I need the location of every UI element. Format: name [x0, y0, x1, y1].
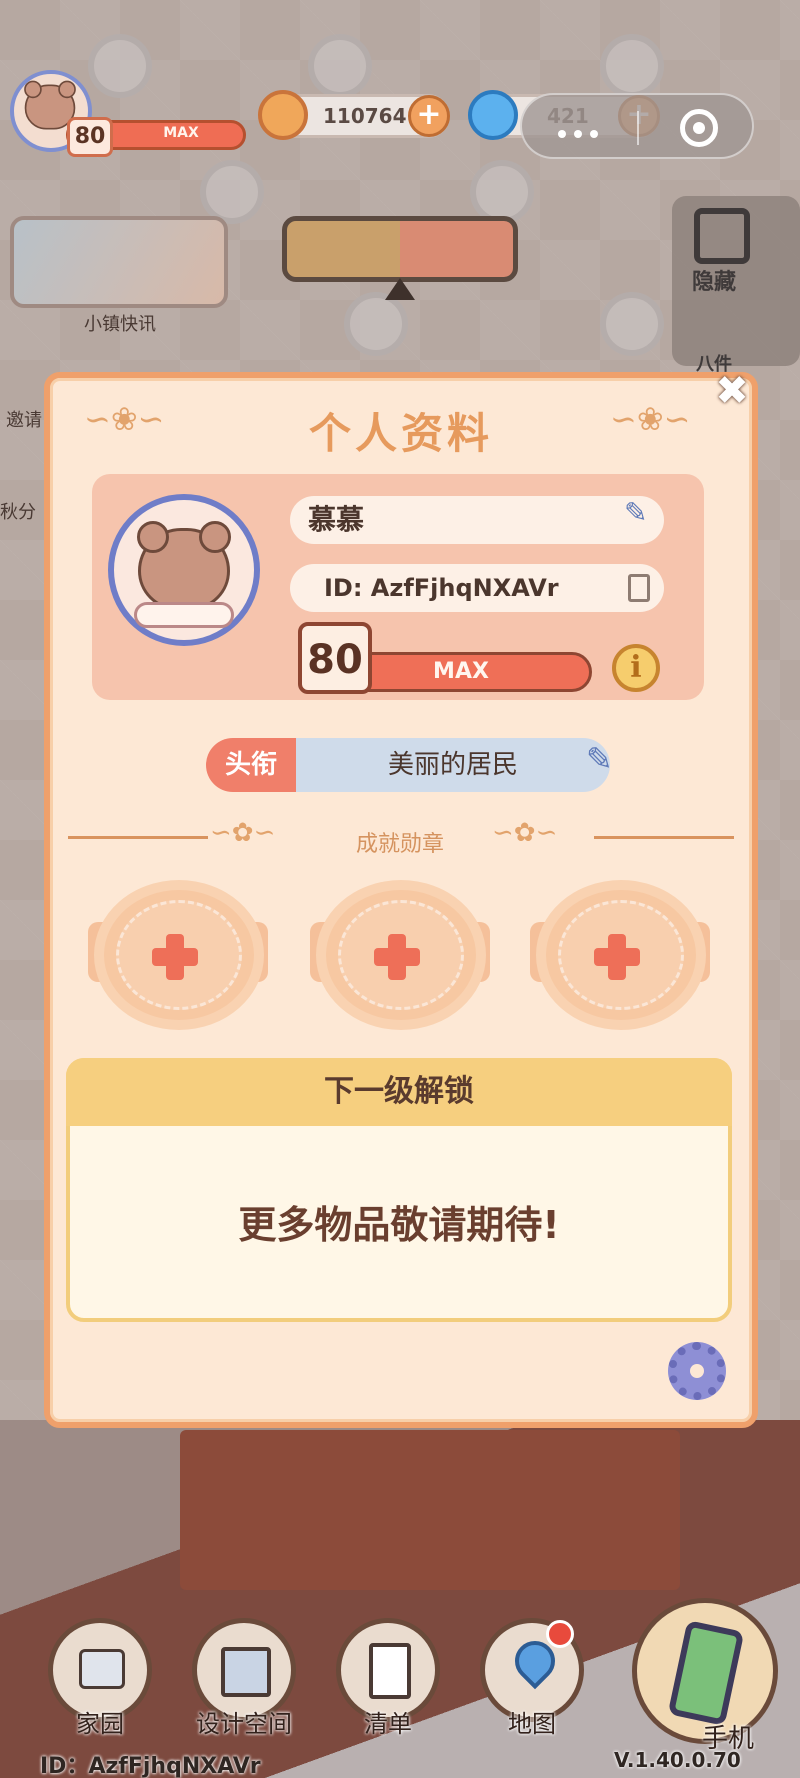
bear-avatar-icon	[137, 521, 231, 610]
player-level-bar: 80 MAX	[66, 117, 246, 157]
title-tag-label: 头衔	[206, 738, 296, 792]
background-sun-decoration	[200, 160, 264, 224]
player-id-text: ID: AzfFjhqNXAVr	[324, 574, 559, 602]
settings-gear-icon[interactable]	[668, 1342, 726, 1400]
badge-slot-1[interactable]	[94, 880, 264, 1030]
phone-icon	[667, 1620, 745, 1726]
autumn-equinox-label[interactable]: 秋分	[0, 498, 44, 524]
capsule-divider	[637, 111, 639, 145]
add-coins-button[interactable]: +	[408, 95, 450, 137]
achievements-ornament-right-icon: ∽✿∽	[492, 818, 558, 848]
map-label[interactable]: 地图	[462, 1704, 602, 1739]
player-id-field: ID: AzfFjhqNXAVr	[290, 564, 664, 612]
achievements-divider-left	[68, 836, 208, 839]
background-sun-decoration	[344, 292, 408, 356]
background-sun-decoration	[470, 160, 534, 224]
background-sun-decoration	[600, 292, 664, 356]
mini-program-capsule	[520, 93, 754, 159]
invite-label[interactable]: 邀请	[6, 406, 46, 432]
player-level-number: 80	[67, 117, 113, 157]
player-level-max-label: MAX	[163, 125, 199, 141]
right-ornament-icon: ∽❀∽	[610, 400, 691, 438]
weather-indicator	[282, 216, 518, 282]
checklist-label[interactable]: 清单	[318, 1704, 458, 1739]
achievements-divider-right	[594, 836, 734, 839]
badge-slot-2[interactable]	[316, 880, 486, 1030]
close-modal-button[interactable]: ✖	[712, 371, 752, 412]
list-icon	[369, 1643, 411, 1699]
copy-id-icon[interactable]	[628, 574, 650, 602]
hide-ui-label[interactable]: 隐藏	[692, 264, 736, 296]
background-sun-decoration	[600, 34, 664, 98]
design-space-label[interactable]: 设计空间	[174, 1704, 314, 1739]
title-value[interactable]: 美丽的居民	[296, 738, 610, 792]
town-news-card[interactable]	[10, 216, 228, 308]
coin-icon	[258, 90, 308, 140]
close-miniprogram-icon[interactable]	[680, 109, 718, 147]
hide-ui-icon[interactable]	[694, 208, 750, 264]
background-sun-decoration	[88, 34, 152, 98]
bottom-player-id: ID：AzfFjhqNXAVr	[40, 1754, 261, 1778]
house-room	[180, 1430, 680, 1590]
ruler-icon	[221, 1647, 271, 1697]
swirl-gem-icon	[468, 90, 518, 140]
version-label: V.1.40.0.70	[614, 1748, 741, 1772]
achievements-ornament-left-icon: ∽✿∽	[210, 818, 276, 848]
achievements-label: 成就勋章	[355, 832, 444, 857]
more-options-icon[interactable]	[558, 123, 618, 138]
nickname-field: 慕慕	[290, 496, 664, 544]
edit-title-icon[interactable]: ✎	[586, 740, 613, 778]
next-level-unlock-message: 更多物品敬请期待!	[238, 1203, 560, 1247]
avatar-collar	[134, 602, 234, 628]
home-label[interactable]: 家园	[30, 1704, 170, 1739]
left-ornament-icon: ∽❀∽	[84, 400, 165, 438]
level-info-button[interactable]: i	[612, 644, 660, 692]
town-news-label: 小镇快讯	[84, 314, 156, 335]
coin-amount: 110764	[323, 104, 407, 128]
nickname-text: 慕慕	[308, 503, 365, 536]
profile-avatar[interactable]	[108, 494, 260, 646]
profile-level-number: 80	[298, 622, 372, 694]
background-sun-decoration	[308, 34, 372, 98]
weather-pointer-icon	[385, 278, 415, 300]
next-level-unlock-header: 下一级解锁	[66, 1058, 732, 1126]
edit-nickname-icon[interactable]: ✎	[624, 496, 647, 529]
house-icon	[79, 1649, 125, 1689]
badge-slot-3[interactable]	[536, 880, 706, 1030]
map-notification-dot	[546, 1620, 574, 1648]
